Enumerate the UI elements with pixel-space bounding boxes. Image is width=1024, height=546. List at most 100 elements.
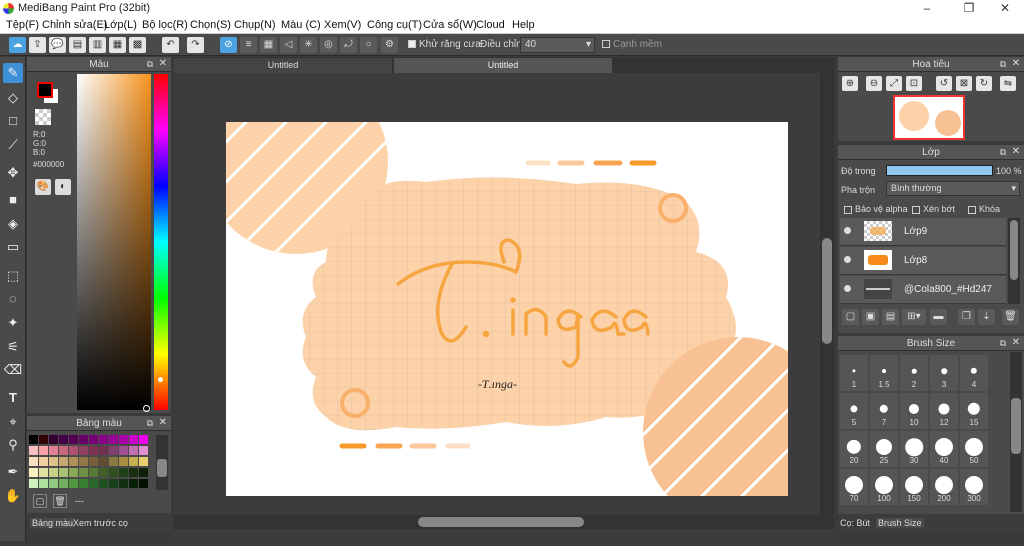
brush-size-cell[interactable]: 200 — [929, 468, 959, 506]
brush-size-cell[interactable]: 2 — [899, 354, 929, 392]
blend-mode-select[interactable]: Bình thường ▾ — [886, 181, 1020, 196]
color-swatch[interactable] — [29, 435, 38, 444]
merge-layer-icon[interactable]: ⇣ — [978, 309, 995, 325]
color-swatch[interactable] — [129, 446, 138, 455]
menu-cloud[interactable]: Cloud — [476, 19, 505, 31]
clipping-checkbox[interactable] — [912, 205, 920, 214]
layer-scrollbar[interactable] — [1008, 218, 1020, 304]
new-layer-icon[interactable]: ▢ — [842, 309, 859, 325]
saturation-value-field[interactable] — [77, 74, 151, 410]
reset-view-icon[interactable]: ⊠ — [956, 76, 972, 91]
drawing-canvas[interactable]: -Ƭ.ınga- — [226, 122, 788, 496]
popout-icon[interactable]: ⧉ — [147, 59, 153, 70]
menu-tools[interactable]: Công cụ(T) — [367, 19, 422, 31]
actual-size-icon[interactable]: ⊡ — [906, 76, 922, 91]
layer-row[interactable]: Lớp9 — [840, 218, 1006, 246]
undo-icon[interactable]: ↶ — [162, 37, 179, 53]
color-swatch[interactable] — [29, 457, 38, 466]
color-swatch[interactable] — [39, 457, 48, 466]
swatch-scrollbar[interactable] — [156, 435, 168, 490]
zoom-out-icon[interactable]: ⊖ — [866, 76, 882, 91]
fit-icon[interactable]: ⤢ — [886, 76, 902, 91]
protect-alpha-checkbox[interactable] — [844, 205, 852, 214]
transparent-color-swatch[interactable] — [35, 109, 51, 125]
select-eraser-tool-icon[interactable]: ⌫ — [3, 360, 23, 380]
palette-settings-icon[interactable]: ◐ — [55, 179, 71, 195]
color-swatch[interactable] — [139, 446, 148, 455]
color-swatch[interactable] — [99, 479, 108, 488]
magic-wand-tool-icon[interactable]: ✦ — [3, 313, 23, 333]
lock-checkbox[interactable] — [968, 205, 976, 214]
color-swatch[interactable] — [119, 468, 128, 477]
foreground-color-swatch[interactable] — [37, 82, 53, 98]
close-icon[interactable]: ✕ — [159, 58, 167, 69]
select-rect-tool-icon[interactable]: ⬚ — [3, 266, 23, 286]
hue-slider[interactable] — [154, 74, 168, 410]
brush-size-cell[interactable]: 40 — [929, 430, 959, 468]
folder-icon[interactable]: ▬ — [930, 309, 947, 325]
color-picker-cursor[interactable] — [143, 405, 150, 412]
color-swatch[interactable] — [29, 479, 38, 488]
brush-size-cell[interactable]: 30 — [899, 430, 929, 468]
brush-size-cell[interactable]: 300 — [959, 468, 989, 506]
menu-edit[interactable]: Chỉnh sửa(E) — [42, 19, 107, 31]
bucket-tool-icon[interactable]: ◈ — [3, 214, 23, 234]
brush-size-cell[interactable]: 70 — [839, 468, 869, 506]
color-swatch[interactable] — [69, 479, 78, 488]
brush-size-cell[interactable]: 25 — [869, 430, 899, 468]
maximize-button[interactable]: ❐ — [954, 0, 984, 17]
adjust-select[interactable]: 40 ▾ — [520, 37, 595, 53]
color-swatch[interactable] — [49, 457, 58, 466]
doc-tab[interactable]: Untitled — [174, 58, 392, 73]
lasso-tool-icon[interactable]: ◌ — [3, 289, 23, 309]
snap-off-icon[interactable]: ⊘ — [220, 37, 237, 53]
color-swatch[interactable] — [39, 468, 48, 477]
eye-icon[interactable] — [844, 285, 851, 292]
brush-tool-icon[interactable]: ✎ — [3, 63, 23, 83]
color-swatch[interactable] — [119, 446, 128, 455]
new-halftone-layer-icon[interactable]: ▣ — [862, 309, 879, 325]
menu-help[interactable]: Help — [512, 19, 535, 31]
opacity-slider[interactable] — [886, 165, 993, 176]
move-tool-icon[interactable]: ✥ — [3, 163, 23, 183]
cloud-icon[interactable]: ☁ — [9, 37, 26, 53]
hue-handle[interactable] — [156, 375, 165, 384]
close-icon[interactable]: ✕ — [159, 417, 167, 428]
popout-icon[interactable]: ⧉ — [1000, 147, 1006, 158]
zoom-in-icon[interactable]: ⊕ — [842, 76, 858, 91]
color-swatch[interactable] — [129, 435, 138, 444]
redo-icon[interactable]: ↷ — [187, 37, 204, 53]
color-swatch[interactable] — [119, 435, 128, 444]
menu-layer[interactable]: Lớp(L) — [104, 19, 137, 31]
color-swatch[interactable] — [79, 446, 88, 455]
color-swatch[interactable] — [139, 479, 148, 488]
color-swatch[interactable] — [29, 468, 38, 477]
snap-grid-icon[interactable]: ▦ — [260, 37, 277, 53]
duplicate-layer-icon[interactable]: ❐ — [958, 309, 975, 325]
page-icon[interactable]: ▥ — [89, 37, 106, 53]
line-tool-icon[interactable]: ⟋ — [3, 135, 23, 155]
menu-select[interactable]: Chọn(S) — [190, 19, 231, 31]
popout-icon[interactable]: ⧉ — [147, 418, 153, 429]
grid2-icon[interactable]: ▩ — [129, 37, 146, 53]
color-swatch[interactable] — [49, 446, 58, 455]
menu-snap[interactable]: Chụp(N) — [234, 19, 276, 31]
color-swatch[interactable] — [39, 446, 48, 455]
color-swatch[interactable] — [129, 479, 138, 488]
text-tool-icon[interactable]: T — [3, 388, 23, 408]
layer-row[interactable]: @Cola800_#Hd247 — [840, 276, 1006, 304]
gradient-tool-icon[interactable]: ▭ — [3, 237, 23, 257]
color-swatch[interactable] — [69, 457, 78, 466]
color-swatch[interactable] — [109, 446, 118, 455]
swatch-grid[interactable] — [29, 435, 154, 490]
color-swatch[interactable] — [89, 435, 98, 444]
horizontal-scrollbar[interactable] — [174, 515, 834, 529]
color-swatch[interactable] — [99, 435, 108, 444]
comment-icon[interactable]: 💬 — [49, 37, 66, 53]
close-icon[interactable]: ✕ — [1012, 58, 1020, 69]
color-swatch[interactable] — [139, 435, 148, 444]
brush-size-cell[interactable]: 5 — [839, 392, 869, 430]
color-swatch[interactable] — [109, 457, 118, 466]
eyedropper-tool-icon[interactable]: ✒ — [3, 462, 23, 482]
close-window-button[interactable]: ✕ — [990, 0, 1020, 17]
